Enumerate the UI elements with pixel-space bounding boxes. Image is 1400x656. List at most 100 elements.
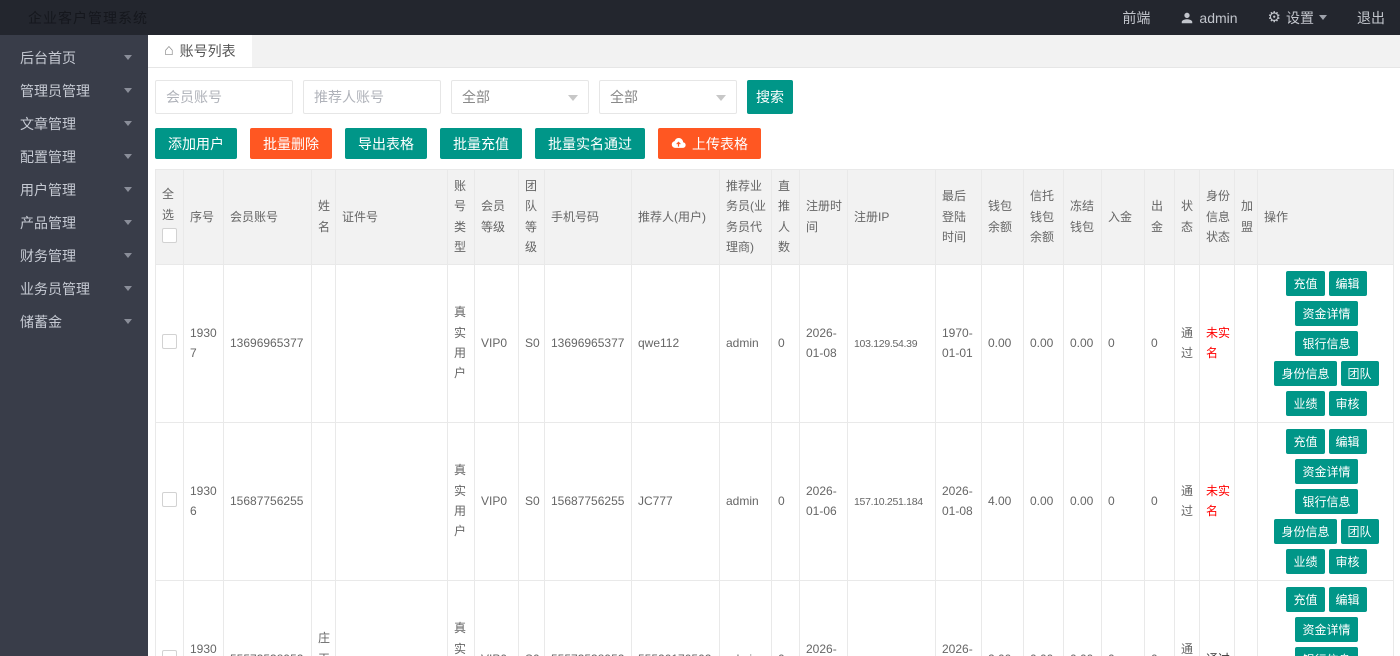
nav-user-menu[interactable]: admin bbox=[1165, 0, 1252, 35]
cell-referrer: qwe112 bbox=[632, 264, 720, 422]
op-button[interactable]: 业绩 bbox=[1286, 549, 1324, 574]
chevron-down-icon bbox=[124, 220, 132, 229]
sidebar-item-3[interactable]: 配置管理 bbox=[0, 140, 148, 173]
nav-logout-link[interactable]: 退出 bbox=[1342, 0, 1400, 35]
accounts-table: 全选序号会员账号姓名证件号账号类型会员等级团队等级手机号码推荐人(用户)推荐业务… bbox=[155, 169, 1394, 656]
row-checkbox[interactable] bbox=[162, 492, 177, 507]
cell-wallet: 2.00 bbox=[982, 580, 1024, 656]
cell-withdraw: 0 bbox=[1145, 580, 1175, 656]
op-button[interactable]: 充值 bbox=[1286, 587, 1324, 612]
column-header-direct_count: 直推人数 bbox=[772, 170, 800, 265]
sidebar-item-5[interactable]: 产品管理 bbox=[0, 206, 148, 239]
cell-value-account_type: 真实用户 bbox=[454, 621, 466, 656]
sidebar-menu: 后台首页管理员管理文章管理配置管理用户管理产品管理财务管理业务员管理储蓄金 bbox=[0, 35, 148, 338]
row-checkbox[interactable] bbox=[162, 334, 177, 349]
cell-trust_wallet: 0.00 bbox=[1024, 264, 1064, 422]
op-button[interactable]: 银行信息 bbox=[1295, 647, 1357, 656]
chevron-down-icon bbox=[124, 88, 132, 97]
filter-select-1[interactable]: 全部 bbox=[451, 80, 589, 114]
op-button[interactable]: 团队 bbox=[1341, 361, 1379, 386]
select-value: 全部 bbox=[462, 87, 490, 107]
search-button[interactable]: 搜索 bbox=[747, 80, 793, 114]
cell-team: S0 bbox=[519, 580, 545, 656]
op-button[interactable]: 银行信息 bbox=[1295, 331, 1357, 356]
action-button-0[interactable]: 添加用户 bbox=[155, 128, 237, 159]
cell-value-vip: VIP0 bbox=[481, 336, 507, 350]
op-button[interactable]: 业绩 bbox=[1286, 391, 1324, 416]
app-window: 企业客户管理系统 前端 admin ⚙ 设置 退出 后台首页管理员管理文章管理配… bbox=[0, 0, 1400, 656]
tab-bar: ⌂ 账号列表 bbox=[148, 35, 1400, 68]
op-button[interactable]: 编辑 bbox=[1329, 271, 1367, 296]
sidebar-item-7[interactable]: 业务员管理 bbox=[0, 272, 148, 305]
gear-icon: ⚙ bbox=[1268, 10, 1281, 25]
column-label: 证件号 bbox=[342, 210, 378, 224]
action-button-1[interactable]: 批量删除 bbox=[250, 128, 332, 159]
nav-frontend-link[interactable]: 前端 bbox=[1107, 0, 1165, 35]
cell-value-withdraw: 0 bbox=[1151, 494, 1158, 508]
cell-value-account: 13696965377 bbox=[230, 336, 303, 350]
cell-account_type: 真实用户 bbox=[448, 264, 475, 422]
row-operations: 充值编辑资金详情银行信息身份信息团队业绩审核 bbox=[1264, 429, 1389, 574]
cell-value-phone: 13696965377 bbox=[551, 336, 624, 350]
cell-trust_wallet: 0.00 bbox=[1024, 580, 1064, 656]
op-button[interactable]: 审核 bbox=[1329, 391, 1367, 416]
sidebar-item-0[interactable]: 后台首页 bbox=[0, 41, 148, 74]
cell-select bbox=[156, 580, 184, 656]
member-account-input[interactable] bbox=[155, 80, 293, 114]
cell-value-account_type: 真实用户 bbox=[454, 305, 466, 380]
sidebar-item-label: 财务管理 bbox=[20, 246, 76, 266]
op-button[interactable]: 充值 bbox=[1286, 271, 1324, 296]
sidebar-item-6[interactable]: 财务管理 bbox=[0, 239, 148, 272]
column-header-wallet: 钱包余额 bbox=[982, 170, 1024, 265]
column-label: 操作 bbox=[1264, 210, 1288, 224]
cell-value-agent: admin bbox=[726, 652, 759, 656]
referrer-account-input[interactable] bbox=[303, 80, 441, 114]
filter-select-2[interactable]: 全部 bbox=[599, 80, 737, 114]
row-checkbox[interactable] bbox=[162, 650, 177, 656]
navbar-menu: 前端 admin ⚙ 设置 退出 bbox=[1107, 0, 1400, 35]
tab-account-list[interactable]: ⌂ 账号列表 bbox=[148, 35, 252, 67]
action-button-4[interactable]: 批量实名通过 bbox=[535, 128, 645, 159]
cell-value-seq: 19307 bbox=[190, 326, 217, 360]
op-button[interactable]: 资金详情 bbox=[1295, 617, 1357, 642]
sidebar-item-8[interactable]: 储蓄金 bbox=[0, 305, 148, 338]
action-button-3[interactable]: 批量充值 bbox=[440, 128, 522, 159]
op-button[interactable]: 充值 bbox=[1286, 429, 1324, 454]
op-button[interactable]: 编辑 bbox=[1329, 587, 1367, 612]
op-button[interactable]: 资金详情 bbox=[1295, 301, 1357, 326]
op-button[interactable]: 身份信息 bbox=[1274, 361, 1336, 386]
op-button[interactable]: 身份信息 bbox=[1274, 519, 1336, 544]
column-label: 状态 bbox=[1181, 199, 1193, 233]
sidebar-item-1[interactable]: 管理员管理 bbox=[0, 74, 148, 107]
table-row: 1930555573538952庄玉妃460004198202080246真实用… bbox=[156, 580, 1394, 656]
select-value: 全部 bbox=[610, 87, 638, 107]
cell-id_card: 460004198202080246 bbox=[336, 580, 448, 656]
nav-settings-menu[interactable]: ⚙ 设置 bbox=[1253, 0, 1342, 35]
sidebar-item-2[interactable]: 文章管理 bbox=[0, 107, 148, 140]
sidebar-item-4[interactable]: 用户管理 bbox=[0, 173, 148, 206]
row-operations: 充值编辑资金详情银行信息身份信息团队业绩审核 bbox=[1264, 587, 1389, 656]
op-button[interactable]: 审核 bbox=[1329, 549, 1367, 574]
cell-value-deposit: 0 bbox=[1108, 336, 1115, 350]
cell-name: 庄玉妃 bbox=[312, 580, 336, 656]
column-label: 注册时间 bbox=[806, 199, 842, 233]
cell-select bbox=[156, 422, 184, 580]
chevron-down-icon bbox=[716, 95, 726, 106]
select-all-checkbox[interactable] bbox=[162, 228, 177, 243]
home-icon: ⌂ bbox=[164, 43, 174, 59]
op-button[interactable]: 银行信息 bbox=[1295, 489, 1357, 514]
action-button-2[interactable]: 导出表格 bbox=[345, 128, 427, 159]
action-button-5[interactable]: 上传表格 bbox=[658, 128, 761, 159]
column-header-referrer: 推荐人(用户) bbox=[632, 170, 720, 265]
cell-frozen: 0.00 bbox=[1064, 580, 1102, 656]
cell-frozen: 0.00 bbox=[1064, 422, 1102, 580]
op-button[interactable]: 资金详情 bbox=[1295, 459, 1357, 484]
cell-reg_time: 2026-01-08 bbox=[800, 264, 848, 422]
nav-username: admin bbox=[1199, 10, 1237, 26]
op-button[interactable]: 编辑 bbox=[1329, 429, 1367, 454]
column-label: 最后登陆时间 bbox=[942, 189, 966, 244]
cell-value-identity[interactable]: 通过 bbox=[1206, 652, 1230, 656]
chevron-down-icon bbox=[124, 55, 132, 64]
op-button[interactable]: 团队 bbox=[1341, 519, 1379, 544]
cell-trust_wallet: 0.00 bbox=[1024, 422, 1064, 580]
